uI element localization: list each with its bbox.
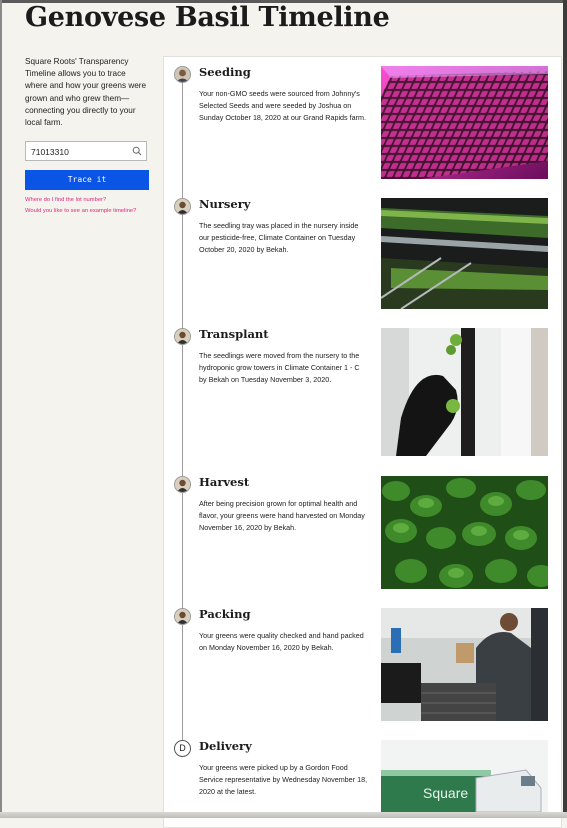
transplant-photo xyxy=(381,328,548,456)
step-description: The seedling tray was placed in the nurs… xyxy=(199,221,359,254)
lot-number-input[interactable] xyxy=(26,143,131,162)
step-description: Your greens were picked up by a Gordon F… xyxy=(199,763,368,796)
sidebar: Square Roots' Transparency Timeline allo… xyxy=(25,56,149,215)
step-description: The seedlings were moved from the nurser… xyxy=(199,351,360,384)
seed-tray-photo xyxy=(381,66,548,179)
packing-photo xyxy=(381,608,548,721)
step-title: Nursery xyxy=(199,197,251,211)
delivery-photo: Square xyxy=(381,740,548,812)
person-avatar-icon xyxy=(174,476,191,493)
nursery-photo xyxy=(381,198,548,309)
step-title: Harvest xyxy=(199,475,250,489)
intro-text: Square Roots' Transparency Timeline allo… xyxy=(25,57,147,128)
basil-photo xyxy=(381,476,548,589)
photo-text: Square xyxy=(423,785,468,801)
person-avatar-icon xyxy=(174,328,191,345)
person-avatar-icon xyxy=(174,608,191,625)
step-title: Packing xyxy=(199,607,251,621)
lot-number-help-link[interactable]: Where do I find the lot number? xyxy=(25,196,149,204)
lot-number-search xyxy=(25,141,147,162)
delivery-d-icon: D xyxy=(174,740,191,757)
step-title: Transplant xyxy=(199,327,269,341)
window-frame-right xyxy=(563,0,567,818)
example-timeline-link[interactable]: Would you like to see an example timelin… xyxy=(25,207,149,215)
person-avatar-icon xyxy=(174,66,191,83)
timeline-line xyxy=(182,74,183,750)
step-description: After being precision grown for optimal … xyxy=(199,499,365,532)
page-title: Genovese Basil Timeline xyxy=(25,2,390,33)
search-icon[interactable] xyxy=(132,146,142,156)
step-title: Delivery xyxy=(199,739,252,753)
step-description: Your non-GMO seeds were sourced from Joh… xyxy=(199,89,367,122)
window-frame-bottom xyxy=(0,812,567,818)
trace-it-button[interactable]: Trace it xyxy=(25,170,149,191)
step-title: Seeding xyxy=(199,65,251,79)
step-description: Your greens were quality checked and han… xyxy=(199,631,364,652)
person-avatar-icon xyxy=(174,198,191,215)
window-frame-left xyxy=(0,0,2,818)
